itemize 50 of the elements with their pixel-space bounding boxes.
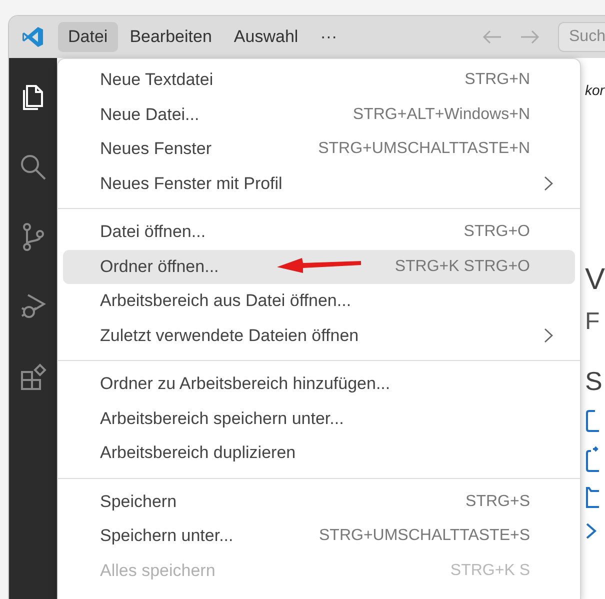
editor-text: kor	[585, 82, 605, 98]
menu-bar-item[interactable]: ···	[310, 22, 348, 52]
shortcut-label: STRG+S	[466, 492, 530, 511]
menu-item[interactable]: Arbeitsbereich aus Datei öffnen...	[63, 284, 575, 318]
menu-item-label: Datei öffnen...	[100, 222, 206, 242]
shortcut-label: STRG+UMSCHALTTASTE+S	[319, 527, 530, 546]
menu-item-label: Speichern unter...	[100, 526, 234, 546]
editor-text: F	[585, 308, 601, 336]
search-icon[interactable]	[18, 152, 48, 182]
menu-item[interactable]: Neue Datei... STRG+ALT+Windows+N	[63, 98, 575, 132]
menu-item[interactable]: Neues Fenster STRG+UMSCHALTTASTE+N	[63, 132, 575, 166]
menu-item-label: Zuletzt verwendete Dateien öffnen	[100, 326, 359, 346]
menu-item-label: Neue Textdatei	[100, 70, 214, 90]
menu-item-label: Arbeitsbereich aus Datei öffnen...	[100, 291, 352, 312]
menu-item[interactable]: Neue Textdatei STRG+N	[63, 63, 575, 98]
menu-bar-item[interactable]: Auswahl	[224, 22, 308, 52]
logo-icon	[21, 25, 45, 49]
menu-item[interactable]: Datei öffnen... STRG+O	[63, 215, 575, 250]
shortcut-label: STRG+UMSCHALTTASTE+N	[318, 140, 530, 158]
menu-item-label: Neue Datei...	[100, 104, 200, 125]
shortcut-label: STRG+ALT+Windows+N	[352, 106, 530, 124]
menu-item-label: Ordner öffnen...	[100, 256, 219, 277]
menu-bar-item[interactable]: Datei	[58, 22, 118, 52]
chevron-right-icon[interactable]	[585, 521, 599, 541]
menu-item[interactable]: Ordner öffnen... STRG+K STRG+O	[63, 250, 575, 284]
menu-bar-item[interactable]: Bearbeiten	[120, 22, 222, 52]
menu-item[interactable]: Speichern unter... STRG+UMSCHALTTASTE+S	[63, 519, 575, 554]
chevron-right-icon	[544, 176, 553, 192]
extensions-icon[interactable]	[18, 362, 48, 392]
menu-item[interactable]: Arbeitsbereich duplizieren	[63, 436, 575, 470]
shortcut-label: STRG+N	[464, 71, 530, 90]
shortcut-label: STRG+K S	[450, 562, 530, 580]
editor-text: V	[585, 262, 605, 298]
menu-item-label: Arbeitsbereich duplizieren	[100, 443, 296, 464]
shortcut-label: STRG+K STRG+O	[394, 258, 530, 276]
menu-item[interactable]: Zuletzt verwendete Dateien öffnen	[63, 318, 575, 353]
menu-item[interactable]: Neues Fenster mit Profil	[63, 166, 575, 201]
chevron-right-icon	[544, 328, 553, 344]
menu-item-label: Neues Fenster mit Profil	[100, 174, 282, 194]
menu-item-label: Alles speichern	[100, 560, 216, 581]
menu-item[interactable]: Arbeitsbereich speichern unter...	[63, 402, 575, 436]
editor-text: S	[585, 366, 604, 397]
menu-item[interactable]: Ordner zu Arbeitsbereich hinzufügen...	[63, 367, 575, 402]
menu-item-label: Ordner zu Arbeitsbereich hinzufügen...	[100, 374, 390, 394]
menu-item[interactable]: Speichern STRG+S	[63, 484, 575, 519]
menu-item-label: Neues Fenster	[100, 139, 212, 160]
menu-item-label: Arbeitsbereich speichern unter...	[100, 408, 344, 429]
shortcut-label: STRG+O	[464, 223, 530, 242]
menu-item-label: Speichern	[100, 492, 177, 512]
search-field[interactable]: Such	[558, 22, 605, 52]
